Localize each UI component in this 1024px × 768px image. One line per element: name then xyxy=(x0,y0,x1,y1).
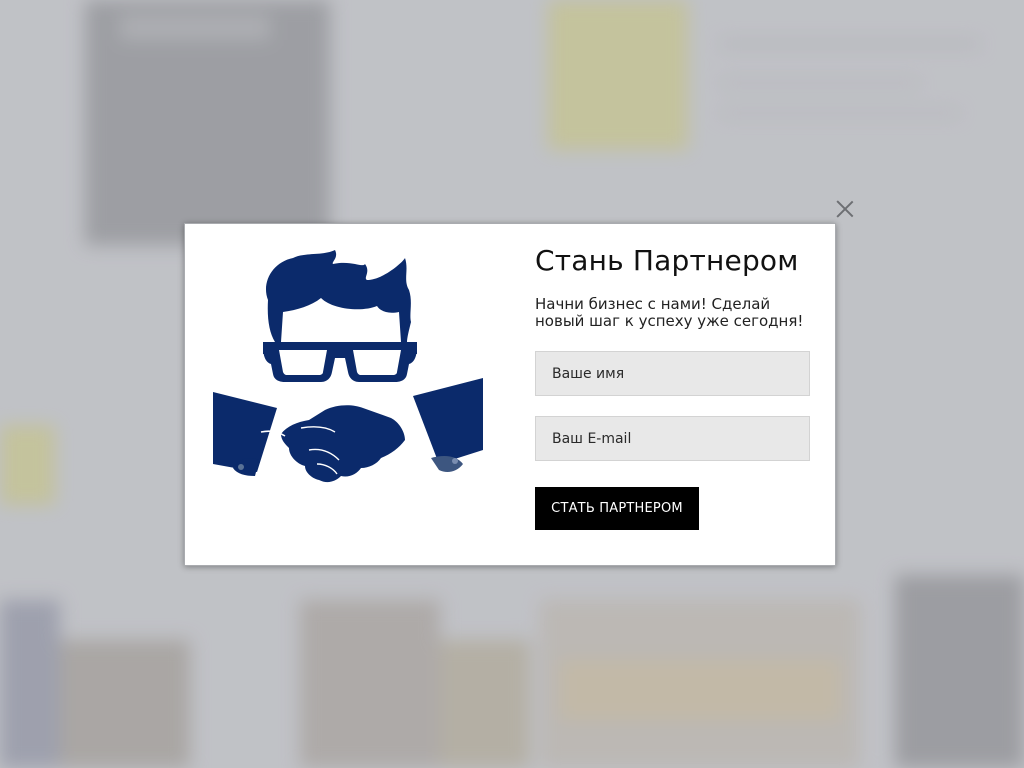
email-input[interactable] xyxy=(535,416,810,461)
right-sleeve xyxy=(413,378,483,464)
partner-modal: Стань Партнером Начни бизнес с нами! Сде… xyxy=(184,223,836,566)
left-button xyxy=(238,464,244,470)
glasses xyxy=(263,342,417,382)
handshake xyxy=(281,405,405,483)
close-icon[interactable] xyxy=(834,198,856,220)
modal-subtitle: Начни бизнес с нами! Сделай новый шаг к … xyxy=(535,295,804,330)
partner-handshake-icon xyxy=(213,250,483,483)
become-partner-button[interactable]: СТАТЬ ПАРТНЕРОМ xyxy=(535,487,699,530)
modal-title: Стань Партнером xyxy=(535,244,799,277)
page: Стань Партнером Начни бизнес с нами! Сде… xyxy=(0,0,1024,768)
right-button xyxy=(452,458,458,464)
name-input[interactable] xyxy=(535,351,810,396)
hair xyxy=(265,250,411,342)
right-cuff xyxy=(431,456,463,472)
